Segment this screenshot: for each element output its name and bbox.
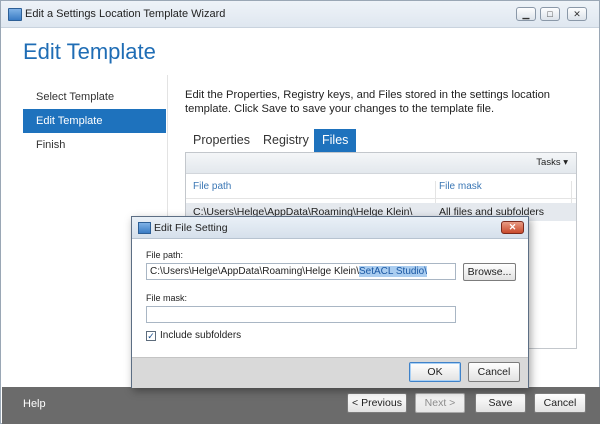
dialog-cancel-button[interactable]: Cancel [468,362,520,382]
minimize-button[interactable]: ▁ [516,7,536,21]
cancel-button[interactable]: Cancel [534,393,586,413]
column-header-file-mask[interactable]: File mask [439,181,482,192]
maximize-button[interactable]: □ [540,7,560,21]
sidebar-item-select-template[interactable]: Select Template [23,85,166,109]
file-path-input[interactable]: C:\Users\Helge\AppData\Roaming\Helge Kle… [146,263,456,280]
include-subfolders-checkbox[interactable]: ✓ [146,331,156,341]
next-button[interactable]: Next > [415,393,465,413]
save-button[interactable]: Save [475,393,526,413]
window-title: Edit a Settings Location Template Wizard [25,8,226,20]
file-path-value: C:\Users\Helge\AppData\Roaming\Helge Kle… [150,266,359,277]
file-path-selection: SetACL Studio\ [359,266,428,277]
tab-registry[interactable]: Registry [255,129,317,152]
tab-files[interactable]: Files [314,129,357,152]
sidebar-item-finish[interactable]: Finish [23,133,166,157]
dialog-title: Edit File Setting [154,222,228,234]
maximize-icon: □ [547,9,553,19]
include-subfolders-label[interactable]: Include subfolders [160,330,241,341]
column-separator[interactable] [571,181,572,205]
tab-properties[interactable]: Properties [185,129,258,152]
title-bar: Edit a Settings Location Template Wizard… [1,1,599,28]
previous-button[interactable]: < Previous [347,393,407,413]
close-icon: ✕ [508,222,517,232]
page-description: Edit the Properties, Registry keys, and … [185,89,551,115]
wizard-steps: Select Template Edit Template Finish [23,85,166,157]
page-title: Edit Template [23,39,156,64]
panel-toolbar: Tasks ▾ [186,153,576,174]
dialog-close-button[interactable]: ✕ [501,221,524,234]
file-path-label: File path: [146,250,184,260]
file-mask-label: File mask: [146,293,188,303]
close-icon: ✕ [573,9,581,19]
chevron-down-icon: ▾ [563,157,568,168]
checkmark-icon: ✓ [147,331,155,341]
app-icon [8,8,22,21]
dialog-title-bar: Edit File Setting ✕ [132,217,528,239]
browse-button[interactable]: Browse... [463,263,516,281]
help-link[interactable]: Help [23,398,46,410]
close-button[interactable]: ✕ [567,7,587,21]
minimize-icon: ▁ [522,9,530,19]
column-header-file-path[interactable]: File path [193,181,231,192]
files-table-header: File path File mask [186,174,576,205]
file-mask-input[interactable] [146,306,456,323]
dialog-button-bar: OK Cancel [132,357,528,388]
ok-button[interactable]: OK [409,362,461,382]
tasks-label: Tasks [536,157,561,168]
dialog-app-icon [138,222,151,234]
sidebar-item-edit-template[interactable]: Edit Template [23,109,166,133]
tasks-menu[interactable]: Tasks ▾ [536,157,568,168]
edit-file-setting-dialog: Edit File Setting ✕ File path: C:\Users\… [131,216,529,388]
column-separator[interactable] [435,181,436,205]
wizard-footer: Help < Previous Next > Save Cancel [2,387,600,424]
